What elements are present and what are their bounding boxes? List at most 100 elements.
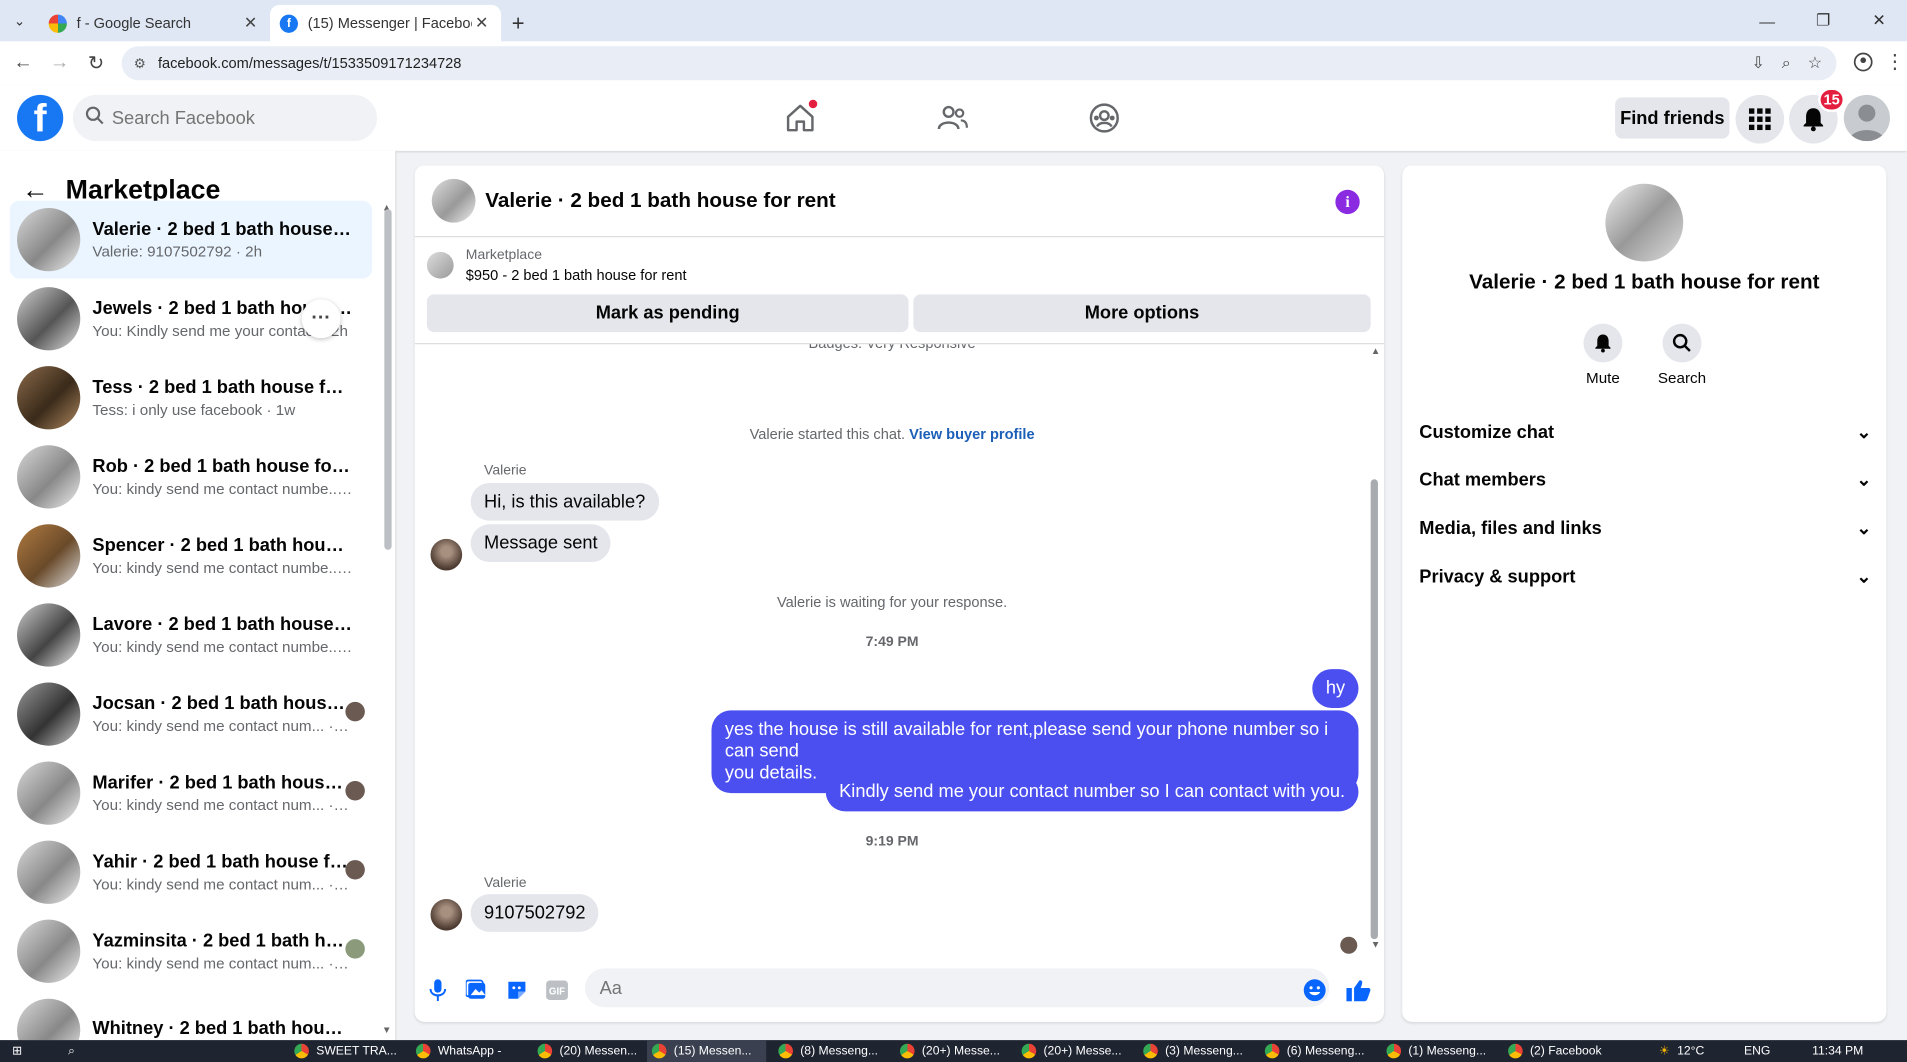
sidebar-scrollbar[interactable] (384, 209, 392, 550)
taskbar-item[interactable]: SWEET TRA... (289, 1040, 397, 1062)
conversation-item[interactable]: Whitney · 2 bed 1 bath house for... (10, 991, 372, 1041)
conversation-item[interactable]: Valerie · 2 bed 1 bath house for r... Va… (9, 200, 373, 279)
photo-icon[interactable] (465, 978, 489, 1002)
windows-start-icon[interactable]: ⊞ (7, 1040, 22, 1062)
new-tab-button[interactable]: + (501, 5, 535, 41)
close-tab-icon[interactable]: ✕ (472, 13, 491, 32)
conversation-name: Spencer · 2 bed 1 bath house for... (92, 535, 352, 556)
listing-strip[interactable]: Marketplace $950 - 2 bed 1 bath house fo… (415, 238, 1384, 292)
conversation-item[interactable]: Yazminsita · 2 bed 1 bath hous... You: k… (10, 912, 372, 990)
scroll-down-arrow[interactable]: ▼ (382, 1024, 392, 1035)
back-button[interactable]: ← (5, 45, 41, 81)
taskbar-item[interactable]: (20+) Messe... (895, 1040, 1000, 1062)
listing-photo[interactable] (1605, 183, 1684, 262)
chat-thumbnail[interactable] (431, 178, 476, 223)
language-text: ENG (1744, 1044, 1771, 1058)
taskbar-item[interactable]: (6) Messeng... (1260, 1040, 1364, 1062)
scroll-up-arrow[interactable]: ▲ (1371, 345, 1381, 356)
bookmark-star-icon[interactable]: ☆ (1808, 54, 1822, 73)
browser-tab-google[interactable]: f - Google Search ✕ (39, 5, 270, 41)
taskbar-item[interactable]: (20+) Messe... (1017, 1040, 1122, 1062)
emoji-icon[interactable] (1303, 978, 1327, 1002)
view-buyer-profile-link[interactable]: View buyer profile (909, 426, 1034, 443)
search-input[interactable] (111, 107, 356, 129)
forward-button[interactable]: → (41, 45, 77, 81)
facebook-logo-icon[interactable]: f (17, 94, 64, 142)
taskbar-item[interactable]: (2) Facebook (1503, 1040, 1602, 1062)
taskbar-item[interactable]: (8) Messeng... (774, 1040, 878, 1062)
mute-button[interactable]: Mute (1573, 323, 1634, 387)
browser-toolbar: ← → ↻ ⚙ facebook.com/messages/t/15335091… (0, 41, 1907, 86)
close-window-button[interactable]: ✕ (1851, 0, 1907, 41)
sticker-icon[interactable] (505, 978, 529, 1002)
info-icon[interactable]: i (1335, 189, 1360, 215)
zoom-icon[interactable]: ⌕ (1782, 54, 1791, 73)
chat-members-section[interactable]: Chat members ⌄ (1419, 456, 1871, 502)
conversation-options-button[interactable]: ··· (301, 299, 341, 339)
outgoing-message[interactable]: Kindly send me your contact number so I … (825, 772, 1359, 812)
message-input[interactable] (599, 977, 1281, 999)
groups-icon[interactable] (1080, 95, 1129, 141)
menu-grid-icon[interactable] (1735, 94, 1785, 144)
thumbs-up-icon[interactable] (1346, 978, 1371, 1002)
address-bar[interactable]: ⚙ facebook.com/messages/t/15335091712347… (121, 46, 1837, 81)
friends-icon[interactable] (928, 95, 977, 141)
browser-tab-strip: ⌄ f - Google Search ✕ f (15) Messenger |… (0, 0, 1907, 42)
incoming-message[interactable]: Message sent (470, 524, 612, 563)
chat-title[interactable]: Valerie · 2 bed 1 bath house for rent (485, 189, 835, 213)
search-in-conversation-button[interactable]: Search (1652, 323, 1713, 387)
conversation-item[interactable]: Jewels · 2 bed 1 bath house f... You: Ki… (10, 280, 372, 358)
conversation-item[interactable]: Spencer · 2 bed 1 bath house for... You:… (10, 517, 372, 595)
sender-avatar[interactable] (430, 898, 463, 931)
conversation-item[interactable]: Jocsan · 2 bed 1 bath house fo... You: k… (10, 675, 372, 753)
restore-button[interactable]: ❐ (1795, 0, 1851, 41)
chat-scrollbar[interactable] (1370, 479, 1378, 940)
incoming-message[interactable]: 9107502792 (470, 894, 599, 932)
customize-chat-section[interactable]: Customize chat ⌄ (1419, 409, 1871, 455)
facebook-search[interactable] (72, 94, 378, 142)
taskbar-item[interactable]: (3) Messeng... (1138, 1040, 1243, 1062)
browser-menu-icon[interactable]: ⋮ (1885, 47, 1904, 76)
message-input-field[interactable] (584, 968, 1330, 1008)
browser-tab-messenger[interactable]: f (15) Messenger | Facebook ✕ (269, 4, 502, 42)
conversation-snippet: You: kindy send me contact num... · 1w (92, 954, 353, 972)
scroll-down-arrow[interactable]: ▼ (1371, 939, 1381, 950)
taskbar-item[interactable]: (15) Messen... (647, 1040, 767, 1062)
taskbar-item[interactable]: (1) Messeng... (1382, 1040, 1486, 1062)
microphone-icon[interactable] (426, 978, 450, 1002)
sender-avatar[interactable] (430, 538, 463, 571)
conversation-item[interactable]: Lavore · 2 bed 1 bath house for r... You… (10, 596, 372, 674)
more-options-button[interactable]: More options (913, 294, 1371, 333)
gif-icon[interactable]: GIF (545, 978, 569, 1002)
taskbar-label: WhatsApp - (437, 1044, 502, 1058)
home-icon[interactable] (776, 95, 825, 141)
tab-search-dropdown[interactable]: ⌄ (0, 0, 39, 41)
site-info-icon[interactable]: ⚙ (134, 55, 146, 72)
taskbar-item[interactable]: WhatsApp - (411, 1040, 501, 1062)
install-app-icon[interactable]: ⇩ (1752, 54, 1765, 73)
conversation-name: Lavore · 2 bed 1 bath house for r... (92, 614, 352, 636)
mark-pending-button[interactable]: Mark as pending (426, 294, 909, 333)
outgoing-message[interactable]: hy (1312, 669, 1359, 709)
media-files-links-section[interactable]: Media, files and links ⌄ (1419, 505, 1871, 551)
minimize-button[interactable]: — (1739, 0, 1795, 41)
incoming-message[interactable]: Hi, is this available? (470, 482, 659, 521)
listing-thumbnail (17, 524, 81, 588)
account-avatar[interactable] (1843, 94, 1890, 142)
find-friends-button[interactable]: Find friends (1615, 97, 1730, 139)
conversation-item[interactable]: Tess · 2 bed 1 bath house for rent Tess:… (10, 359, 372, 437)
privacy-support-section[interactable]: Privacy & support ⌄ (1419, 554, 1871, 600)
taskbar-search-icon[interactable]: ⌕ (63, 1040, 75, 1062)
clock[interactable]: 11:34 PM (1807, 1040, 1863, 1062)
language-indicator[interactable]: ENG (1739, 1040, 1770, 1062)
weather-widget[interactable]: ☀ 12°C (1654, 1040, 1704, 1062)
conversation-item[interactable]: Marifer · 2 bed 1 bath house f... You: k… (10, 754, 372, 832)
conversation-item[interactable]: Rob · 2 bed 1 bath house for rent You: k… (10, 438, 372, 516)
search-label: Search (1657, 369, 1707, 387)
taskbar-item[interactable]: (20) Messen... (533, 1040, 637, 1062)
reload-button[interactable]: ↻ (78, 45, 114, 81)
conversation-item[interactable]: Yahir · 2 bed 1 bath house for ... You: … (10, 833, 372, 911)
close-tab-icon[interactable]: ✕ (241, 13, 260, 32)
weather-text: 12°C (1677, 1044, 1705, 1058)
browser-profile-icon[interactable] (1849, 47, 1878, 76)
